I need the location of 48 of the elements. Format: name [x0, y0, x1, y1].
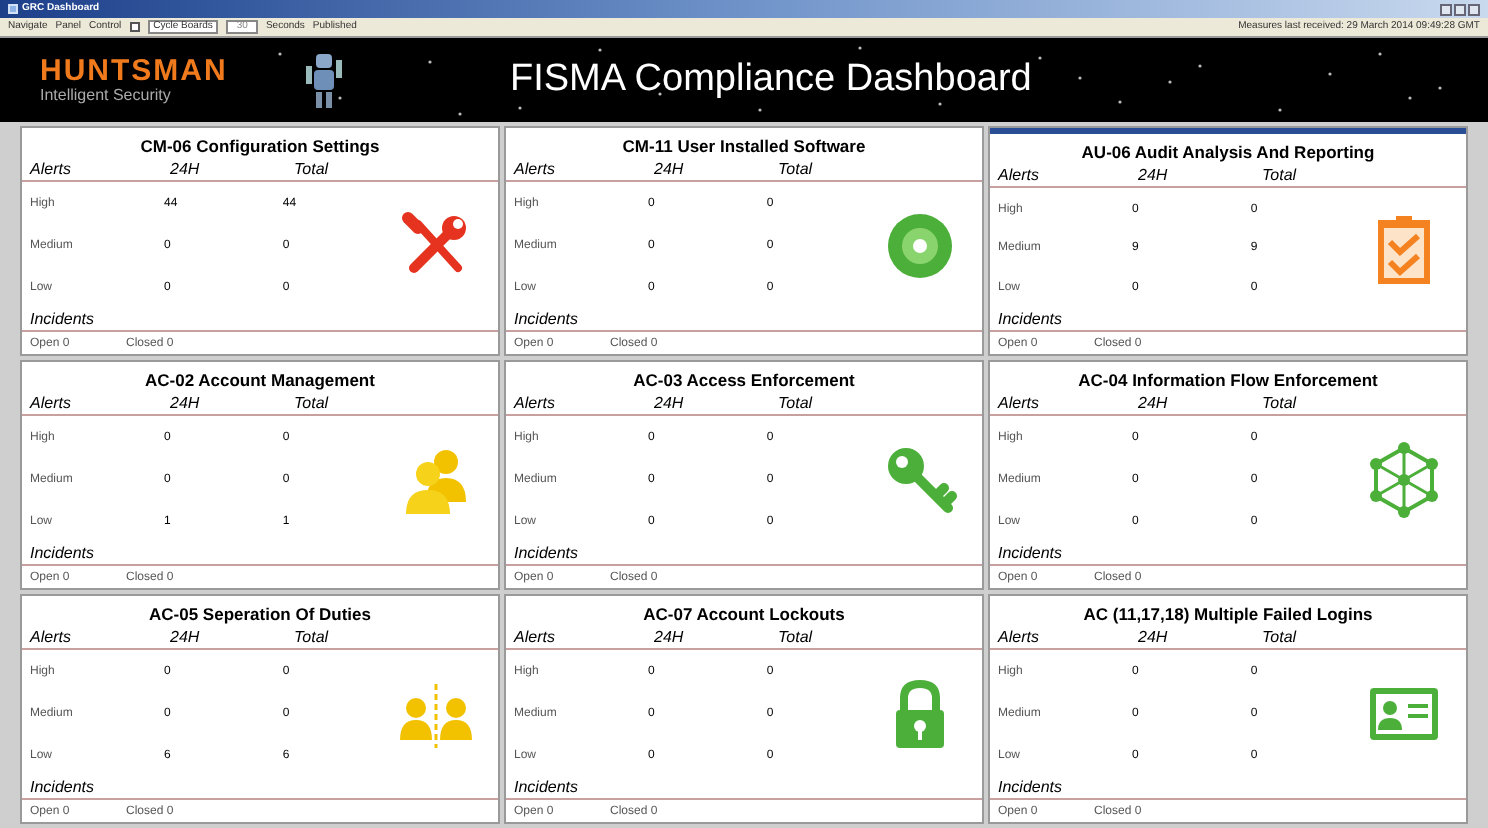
panel-title: AU-06 Audit Analysis And Reporting	[1079, 140, 1377, 164]
column-header: Total	[1262, 167, 1299, 183]
column-header: 24H	[654, 629, 686, 645]
column-header: 24H	[1138, 629, 1170, 645]
incidents-label: Incidents	[514, 312, 579, 330]
column-header: Total	[778, 161, 815, 177]
incidents-label: Incidents	[30, 546, 95, 564]
column-header: Total	[1262, 629, 1299, 645]
column-header: 24H	[170, 395, 202, 411]
panel-title: CM-11 User Installed Software	[620, 134, 868, 158]
column-header: 24H	[654, 161, 686, 177]
column-header: 24H	[1138, 395, 1170, 411]
column-header: Total	[778, 395, 815, 411]
column-header: Total	[294, 629, 331, 645]
dashboard-title: FISMA Compliance Dashboard	[510, 55, 1032, 104]
column-header: 24H	[170, 629, 202, 645]
column-header: Alerts	[514, 629, 557, 645]
column-header: Alerts	[30, 161, 73, 177]
column-header: Alerts	[514, 161, 557, 177]
column-header: Total	[778, 629, 815, 645]
incidents-label: Incidents	[30, 312, 95, 330]
incidents-label: Incidents	[514, 780, 579, 798]
panel-title: AC-05 Seperation Of Duties	[147, 602, 373, 626]
column-header: 24H	[1138, 167, 1170, 183]
incidents-label: Incidents	[514, 546, 579, 564]
column-header: 24H	[170, 161, 202, 177]
column-header: Alerts	[30, 629, 73, 645]
panel-title: AC (11,17,18) Multiple Failed Logins	[1081, 602, 1375, 626]
incidents-label: Incidents	[998, 780, 1063, 798]
incidents-label: Incidents	[998, 312, 1063, 330]
column-header: Alerts	[998, 629, 1041, 645]
brand-logo: HUNTSMAN	[40, 55, 230, 85]
panel-title: AC-07 Account Lockouts	[641, 602, 847, 626]
brand-tagline: Intelligent Security	[40, 85, 173, 105]
panel-title: AC-04 Information Flow Enforcement	[1076, 368, 1380, 392]
column-header: Total	[294, 161, 331, 177]
column-header: Total	[294, 395, 331, 411]
panel-title: CM-06 Configuration Settings	[138, 134, 382, 158]
column-header: Alerts	[998, 167, 1041, 183]
column-header: Total	[1262, 395, 1299, 411]
panel-title: AC-02 Account Management	[143, 368, 377, 392]
column-header: Alerts	[514, 395, 557, 411]
column-header: 24H	[654, 395, 686, 411]
incidents-label: Incidents	[30, 780, 95, 798]
incidents-label: Incidents	[998, 546, 1063, 564]
panel-title: AC-03 Access Enforcement	[631, 368, 857, 392]
column-header: Alerts	[30, 395, 73, 411]
column-header: Alerts	[998, 395, 1041, 411]
